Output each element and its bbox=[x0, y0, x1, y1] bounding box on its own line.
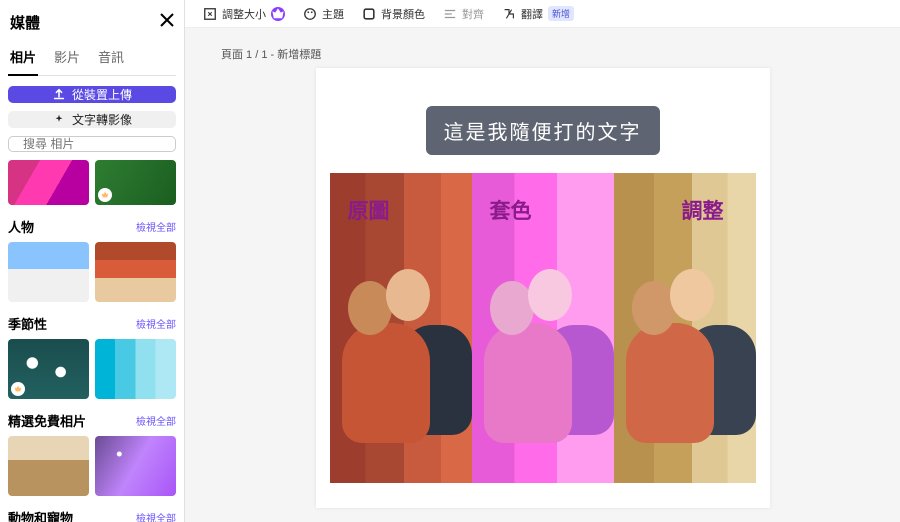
photo-thumb[interactable] bbox=[8, 339, 89, 399]
close-icon[interactable] bbox=[160, 13, 174, 32]
tab-audio[interactable]: 音訊 bbox=[96, 41, 126, 75]
section-title-animals: 動物和寵物 bbox=[8, 508, 73, 522]
new-badge: 新增 bbox=[548, 6, 574, 21]
resize-button[interactable]: 調整大小 bbox=[203, 6, 285, 22]
label-adjust: 調整 bbox=[682, 195, 724, 225]
canvas-area: 調整大小 主題 背景顏色 對齊 翻譯 新增 頁面 1 / 1 - 新增標題 這是… bbox=[185, 0, 900, 522]
section-title-free: 精選免費相片 bbox=[8, 411, 86, 430]
media-tabs: 相片 影片 音訊 bbox=[8, 41, 176, 76]
pro-badge-icon bbox=[271, 7, 285, 21]
align-button[interactable]: 對齊 bbox=[443, 6, 484, 22]
tab-photos[interactable]: 相片 bbox=[8, 41, 38, 76]
theme-button[interactable]: 主題 bbox=[303, 6, 344, 22]
sidebar-title: 媒體 bbox=[10, 12, 40, 33]
translate-button[interactable]: 翻譯 新增 bbox=[502, 6, 574, 22]
view-all-free[interactable]: 檢視全部 bbox=[136, 413, 176, 428]
view-all-seasonal[interactable]: 檢視全部 bbox=[136, 316, 176, 331]
image-comparison[interactable]: 原圖 套色 調整 bbox=[330, 173, 756, 483]
photo-thumb[interactable] bbox=[8, 160, 89, 205]
view-all-people[interactable]: 檢視全部 bbox=[136, 219, 176, 234]
section-title-seasonal: 季節性 bbox=[8, 314, 47, 333]
photo-thumb[interactable] bbox=[8, 242, 89, 302]
search-input[interactable] bbox=[8, 136, 176, 152]
palette-icon bbox=[303, 7, 317, 21]
photo-thumb[interactable] bbox=[95, 242, 176, 302]
title-text-box[interactable]: 這是我隨便打的文字 bbox=[426, 106, 660, 155]
media-sidebar: 媒體 相片 影片 音訊 從裝置上傳 文字轉影像 人物 檢視全部 季節性 檢視全部 bbox=[0, 0, 185, 522]
context-toolbar: 調整大小 主題 背景顏色 對齊 翻譯 新增 bbox=[185, 0, 900, 28]
upload-icon bbox=[52, 88, 66, 102]
search-field[interactable] bbox=[23, 137, 178, 151]
pro-badge-icon bbox=[11, 382, 25, 396]
bgcolor-icon bbox=[362, 7, 376, 21]
view-all-animals[interactable]: 檢視全部 bbox=[136, 510, 176, 522]
translate-icon bbox=[502, 7, 516, 21]
label-tint: 套色 bbox=[490, 195, 532, 225]
photo-thumb[interactable] bbox=[95, 436, 176, 496]
upload-button[interactable]: 從裝置上傳 bbox=[8, 86, 176, 103]
text-to-image-button[interactable]: 文字轉影像 bbox=[8, 111, 176, 128]
design-page[interactable]: 這是我隨便打的文字 原圖 套色 調整 bbox=[316, 68, 770, 508]
photo-thumb[interactable] bbox=[95, 339, 176, 399]
align-icon bbox=[443, 7, 457, 21]
photo-thumb[interactable] bbox=[8, 436, 89, 496]
sparkle-icon bbox=[52, 113, 66, 127]
photo-thumb[interactable] bbox=[95, 160, 176, 205]
pro-badge-icon bbox=[98, 188, 112, 202]
resize-icon bbox=[203, 7, 217, 21]
page-label[interactable]: 頁面 1 / 1 - 新增標題 bbox=[221, 46, 864, 62]
section-title-people: 人物 bbox=[8, 217, 34, 236]
label-original: 原圖 bbox=[348, 195, 390, 225]
bgcolor-button[interactable]: 背景顏色 bbox=[362, 6, 425, 22]
tab-videos[interactable]: 影片 bbox=[52, 41, 82, 75]
